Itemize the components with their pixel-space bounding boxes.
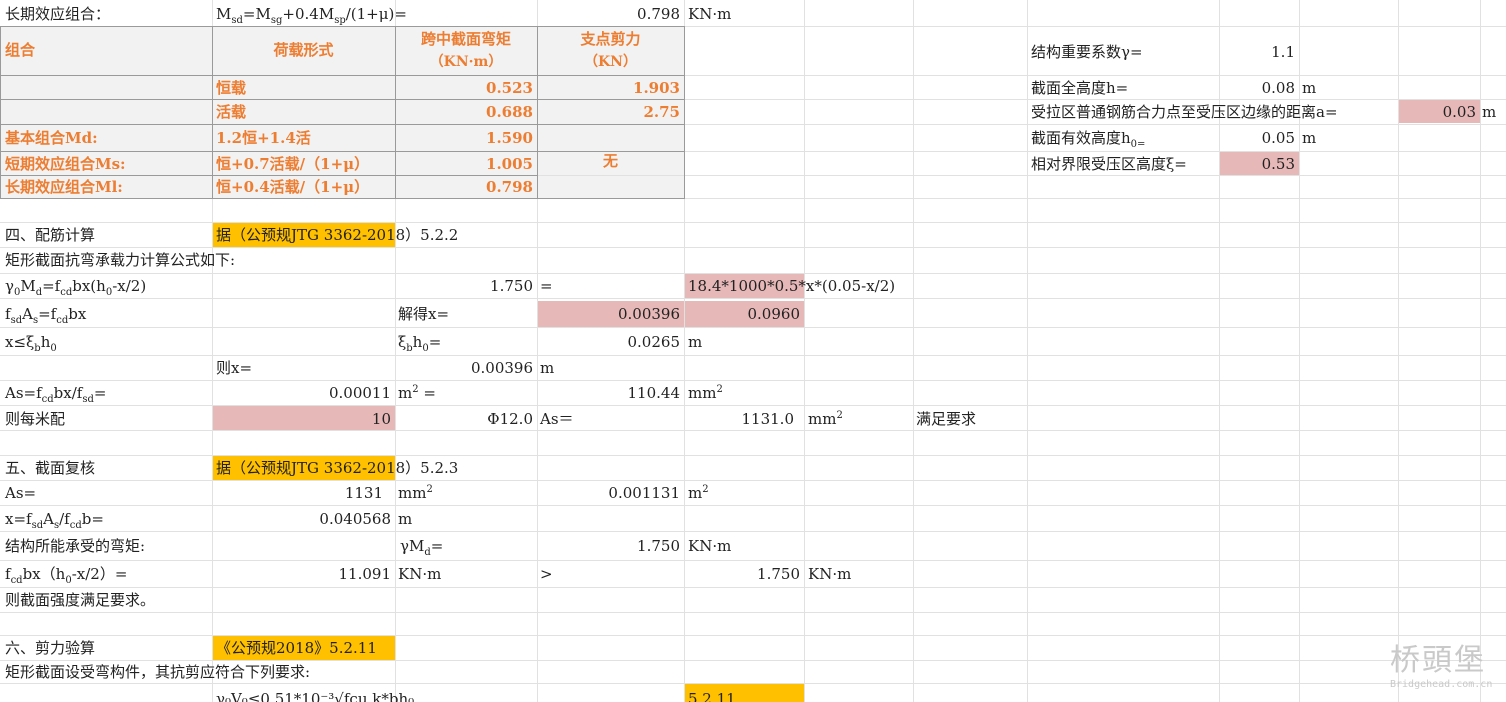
row-basic-combo: 基本组合Md: xyxy=(5,129,98,147)
watermark-url: Bridgehead.com.cn xyxy=(1390,679,1493,690)
row-live-shear: 2.75 xyxy=(643,103,680,121)
bending-equation: γ0Md=fcdbx(h0-x/2) xyxy=(5,277,147,298)
header-shear: 支点剪力 xyxy=(580,30,641,48)
shear-none: 无 xyxy=(602,152,618,170)
effective-height-unit: m xyxy=(1302,129,1317,147)
bar-diameter: Φ12.0 xyxy=(487,410,533,428)
xi-label: 相对界限受压区高度ξ= xyxy=(1031,155,1187,173)
row-short-moment: 1.005 xyxy=(486,155,533,173)
row-long-combo: 长期效应组合Ml: xyxy=(5,178,123,196)
header-moment-unit: （KN·m） xyxy=(429,54,503,70)
per-meter-ok: 满足要求 xyxy=(916,410,977,428)
limit-condition: x≤ξbh0 xyxy=(5,333,57,354)
solve-label: 解得x= xyxy=(398,305,450,323)
effective-height-value: 0.05 xyxy=(1261,129,1295,147)
per-meter-as-value: 1131.0 xyxy=(741,410,795,428)
greater-than: > xyxy=(540,565,553,583)
section4-title: 四、配筋计算 xyxy=(5,226,96,244)
gamma-md-unit: KN·m xyxy=(688,537,732,555)
then-x-unit: m xyxy=(540,359,555,377)
section4-ref: 据（公预规JTG 3362-2018）5.2.2 xyxy=(216,226,459,244)
gamma-value: 1.1 xyxy=(1271,43,1295,61)
row-short-form: 恒+0.7活载/（1+μ） xyxy=(216,155,370,173)
long-term-unit: KN·m xyxy=(688,5,732,23)
shear-formula-partial: γ₀V₀≤0.51*10⁻³√fcu,k*bh₀ xyxy=(216,690,415,702)
as-value: 0.00011 xyxy=(328,384,391,402)
check-x-formula: x=fsdAs/fcdb= xyxy=(5,510,104,531)
shear-ref-partial: 5.2.11 xyxy=(688,690,736,702)
as-unit: m2 = xyxy=(398,384,436,402)
capacity-unit: KN·m xyxy=(398,565,442,583)
row-basic-moment: 1.590 xyxy=(486,129,533,147)
check-as-unit: mm2 xyxy=(398,484,433,502)
strength-ok: 则截面强度满足要求。 xyxy=(5,591,156,609)
row-long-form: 恒+0.4活载/（1+μ） xyxy=(216,178,370,196)
gamma-label: 结构重要系数γ= xyxy=(1031,43,1143,61)
check-x-value: 0.040568 xyxy=(319,510,391,528)
header-moment: 跨中截面弯矩 xyxy=(420,30,511,48)
bending-equals: = xyxy=(540,277,553,295)
then-x-label: 则x= xyxy=(216,359,253,377)
per-meter-label: 则每米配 xyxy=(5,410,66,428)
as-formula: As=fcdbx/fsd= xyxy=(5,384,107,405)
section6-title: 六、剪力验算 xyxy=(5,639,96,657)
force-equation: fsdAs=fcdbx xyxy=(5,305,87,326)
per-meter-count[interactable]: 10 xyxy=(212,407,391,431)
watermark: 桥頭堡 Bridgehead.com.cn xyxy=(1390,644,1500,696)
xibh-label: ξbh0= xyxy=(398,333,442,354)
compare-unit: KN·m xyxy=(808,565,852,583)
long-term-label: 长期效应组合： xyxy=(5,5,111,23)
header-load-form: 荷载形式 xyxy=(273,41,334,59)
compare-value: 1.750 xyxy=(757,565,800,583)
solve-x2: 0.0960 xyxy=(747,305,801,323)
as-mm-unit: mm2 xyxy=(688,384,723,402)
check-as-label: As= xyxy=(5,484,37,502)
check-as-m-unit: m2 xyxy=(688,484,709,502)
check-as-value: 1131 xyxy=(344,484,383,502)
height-unit: m xyxy=(1302,79,1317,97)
cover-unit: m xyxy=(1482,103,1497,121)
xibh-unit: m xyxy=(688,333,703,351)
then-x-value: 0.00396 xyxy=(470,359,533,377)
per-meter-as-label: As＝ xyxy=(540,410,574,428)
section5-ref: 据（公预规JTG 3362-2018）5.2.3 xyxy=(216,459,459,477)
height-value: 0.08 xyxy=(1261,79,1295,97)
row-long-moment: 0.798 xyxy=(486,178,533,196)
section5-title: 五、截面复核 xyxy=(5,459,96,477)
bending-value: 1.750 xyxy=(490,277,533,295)
long-term-value: 0.798 xyxy=(637,5,680,23)
long-term-formula: Msd=Msg+0.4Msp/(1+μ)= xyxy=(216,5,407,26)
row-dead-moment: 0.523 xyxy=(486,79,533,97)
header-combo: 组合 xyxy=(5,41,36,59)
section6-desc: 矩形截面设受弯构件，其抗剪应符合下列要求: xyxy=(5,663,311,681)
section4-desc: 矩形截面抗弯承载力计算公式如下: xyxy=(5,251,236,269)
header-shear-unit: （KN） xyxy=(584,54,637,70)
xi-value: 0.53 xyxy=(1261,155,1295,173)
capacity-label: 结构所能承受的弯矩: xyxy=(5,537,146,555)
cover-label: 受拉区普通钢筋合力点至受压区边缘的距离a= xyxy=(1031,103,1338,121)
capacity-formula: fcdbx（h0-x/2）= xyxy=(5,565,128,586)
section6-ref: 《公预规2018》5.2.11 xyxy=(216,639,377,657)
height-label: 截面全高度h= xyxy=(1031,79,1129,97)
capacity-value: 11.091 xyxy=(338,565,392,583)
cover-value: 0.03 xyxy=(1442,103,1476,121)
row-dead-shear: 1.903 xyxy=(633,79,680,97)
bending-rhs: 18.4*1000*0.5*x*(0.05-x/2) xyxy=(688,277,896,295)
check-as-m-value: 0.001131 xyxy=(608,484,680,502)
effective-height-label: 截面有效高度h0= xyxy=(1031,129,1146,150)
watermark-logo: 桥頭堡 xyxy=(1390,643,1486,678)
check-x-unit: m xyxy=(398,510,413,528)
as-mm-value: 110.44 xyxy=(627,384,681,402)
row-live-form: 活载 xyxy=(216,103,247,121)
xibh-value: 0.0265 xyxy=(627,333,681,351)
row-short-combo: 短期效应组合Ms: xyxy=(5,155,126,173)
per-meter-as-unit: mm2 xyxy=(808,410,843,428)
row-dead-form: 恒载 xyxy=(216,79,247,97)
solve-x1: 0.00396 xyxy=(617,305,680,323)
gamma-md-label: γMd= xyxy=(400,537,444,558)
row-basic-form: 1.2恒+1.4活 xyxy=(216,129,311,147)
row-live-moment: 0.688 xyxy=(486,103,533,121)
gamma-md-value: 1.750 xyxy=(637,537,680,555)
